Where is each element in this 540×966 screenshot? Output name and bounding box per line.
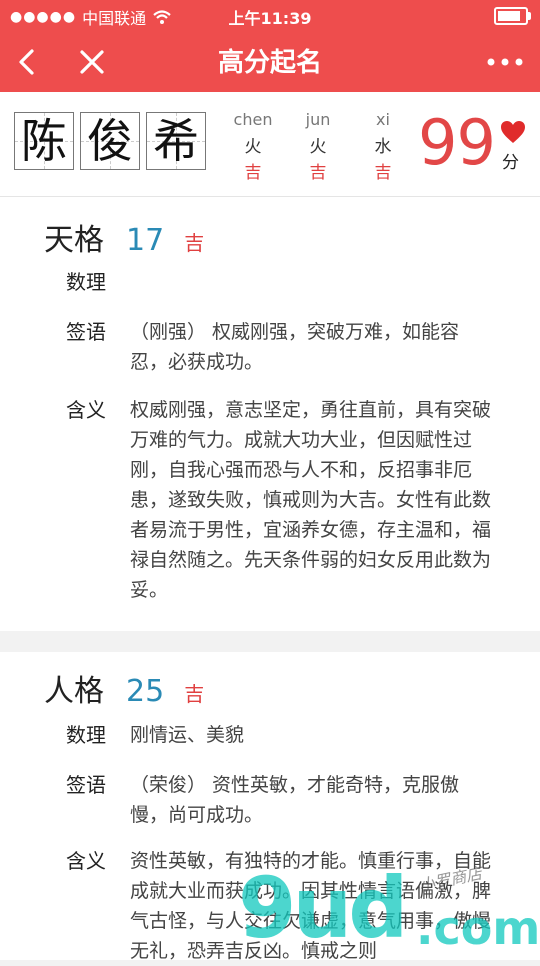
element-text: 火 <box>309 137 327 157</box>
row-label: 签语 <box>66 773 106 797</box>
more-dots-icon <box>487 58 523 66</box>
fortune-text: 吉 <box>244 163 262 183</box>
more-button[interactable] <box>480 42 530 82</box>
element-text: 水 <box>374 137 392 157</box>
row-value: 刚情运、美貌 <box>130 724 245 746</box>
row-value: 资性英敏，有独特的才能。慎重行事，自能成就大业而获成功。因其性情言语偏激，脾气古… <box>130 850 492 962</box>
row-shuli: 数理 刚情运、美貌 <box>66 720 506 750</box>
pinyin-text: jun <box>305 110 331 129</box>
section-header: 天格 17 吉 <box>44 215 204 259</box>
pinyin-text: xi <box>376 110 390 129</box>
name-header: 陈 俊 希 chen 火 吉 jun 火 吉 xi 水 吉 99 分 <box>0 92 540 197</box>
element-text: 火 <box>244 137 262 157</box>
row-shuli: 数理 <box>66 267 506 297</box>
section-renge: 人格 25 吉 数理 刚情运、美貌 签语 （荣俊） 资性英敏，才能奇特，克服傲慢… <box>0 652 540 962</box>
fortune-text: 吉 <box>309 163 327 183</box>
row-qianyu: 签语 （荣俊） 资性英敏，才能奇特，克服傲慢，尚可成功。 <box>66 770 506 830</box>
status-time: 上午11:39 <box>228 9 312 28</box>
section-luck: 吉 <box>184 682 205 706</box>
row-label: 数理 <box>66 723 106 747</box>
heart-icon[interactable] <box>500 120 526 144</box>
pinyin-column-2: jun 火 吉 <box>288 110 348 183</box>
row-value <box>130 267 496 297</box>
section-luck: 吉 <box>184 231 205 255</box>
row-value: （刚强） 权威刚强，突破万难，如能容忍，必获成功。 <box>130 321 460 373</box>
pinyin-text: chen <box>233 110 273 129</box>
battery-icon <box>494 7 531 25</box>
name-char-2: 俊 <box>80 112 140 170</box>
nav-bar: 高分起名 <box>0 30 540 92</box>
row-hanyi: 含义 权威刚强，意志坚定，勇往直前，具有突破万难的气力。成就大功大业，但因赋性过… <box>66 395 506 605</box>
row-hanyi: 含义 资性英敏，有独特的才能。慎重行事，自能成就大业而获成功。因其性情言语偏激，… <box>66 846 506 966</box>
name-char-1: 陈 <box>14 112 74 170</box>
row-label: 含义 <box>66 849 106 873</box>
section-title: 天格 <box>44 223 104 258</box>
section-number: 17 <box>126 223 165 258</box>
page-title: 高分起名 <box>217 48 322 78</box>
pinyin-column-3: xi 水 吉 <box>353 110 413 183</box>
row-qianyu: 签语 （刚强） 权威刚强，突破万难，如能容忍，必获成功。 <box>66 317 506 377</box>
section-title: 人格 <box>44 674 104 709</box>
fortune-text: 吉 <box>374 163 392 183</box>
name-char-3: 希 <box>146 112 206 170</box>
row-value: 权威刚强，意志坚定，勇往直前，具有突破万难的气力。成就大功大业，但因赋性过刚，自… <box>130 399 492 601</box>
name-score: 99 <box>418 106 496 179</box>
section-header: 人格 25 吉 <box>44 666 204 710</box>
status-bar: ●●●●● 中国联通 上午11:39 <box>0 0 540 30</box>
score-unit: 分 <box>502 153 519 173</box>
row-label: 签语 <box>66 320 106 344</box>
row-label: 数理 <box>66 270 106 294</box>
top-bar: ●●●●● 中国联通 上午11:39 高分起名 <box>0 0 540 92</box>
section-number: 25 <box>126 674 165 709</box>
row-label: 含义 <box>66 398 106 422</box>
pinyin-column-1: chen 火 吉 <box>223 110 283 183</box>
row-value: （荣俊） 资性英敏，才能奇特，克服傲慢，尚可成功。 <box>130 774 460 826</box>
section-tiange: 天格 17 吉 数理 签语 （刚强） 权威刚强，突破万难，如能容忍，必获成功。 … <box>0 197 540 631</box>
